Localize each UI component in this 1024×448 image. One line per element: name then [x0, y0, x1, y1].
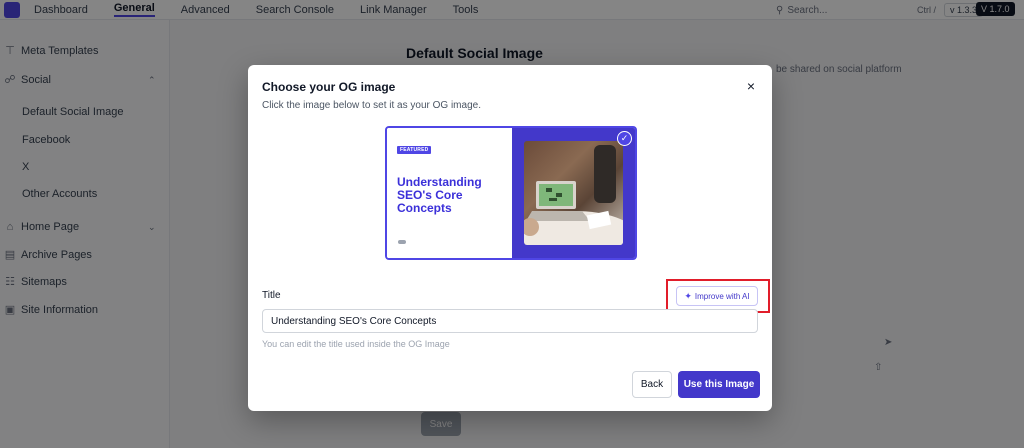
title-help-text: You can edit the title used inside the O… — [262, 339, 450, 349]
og-image-photo-panel: ✓ — [512, 128, 635, 258]
sparkles-icon: ✦ — [684, 290, 692, 301]
back-button[interactable]: Back — [632, 371, 672, 398]
og-image-option[interactable]: FEATURED Understanding SEO's Core Concep… — [385, 126, 637, 260]
og-image-headline: Understanding SEO's Core Concepts — [397, 175, 482, 215]
og-image-dialog: Choose your OG image × Click the image b… — [248, 65, 772, 411]
title-input[interactable] — [262, 309, 758, 333]
close-icon[interactable]: × — [744, 79, 758, 93]
improve-with-ai-label: Improve with AI — [694, 291, 750, 301]
dialog-title: Choose your OG image — [262, 80, 396, 94]
laptop-photo-illustration — [524, 145, 623, 245]
selected-check-icon: ✓ — [617, 131, 632, 146]
og-image-text-panel: FEATURED Understanding SEO's Core Concep… — [387, 128, 512, 258]
title-field-label: Title — [262, 290, 281, 301]
og-image-logo — [398, 240, 406, 244]
use-this-image-button[interactable]: Use this Image — [678, 371, 760, 398]
improve-with-ai-button[interactable]: ✦ Improve with AI — [676, 286, 758, 306]
og-image-photo — [524, 141, 623, 245]
dialog-subtitle: Click the image below to set it as your … — [262, 100, 481, 111]
og-image-tag: FEATURED — [397, 146, 432, 154]
